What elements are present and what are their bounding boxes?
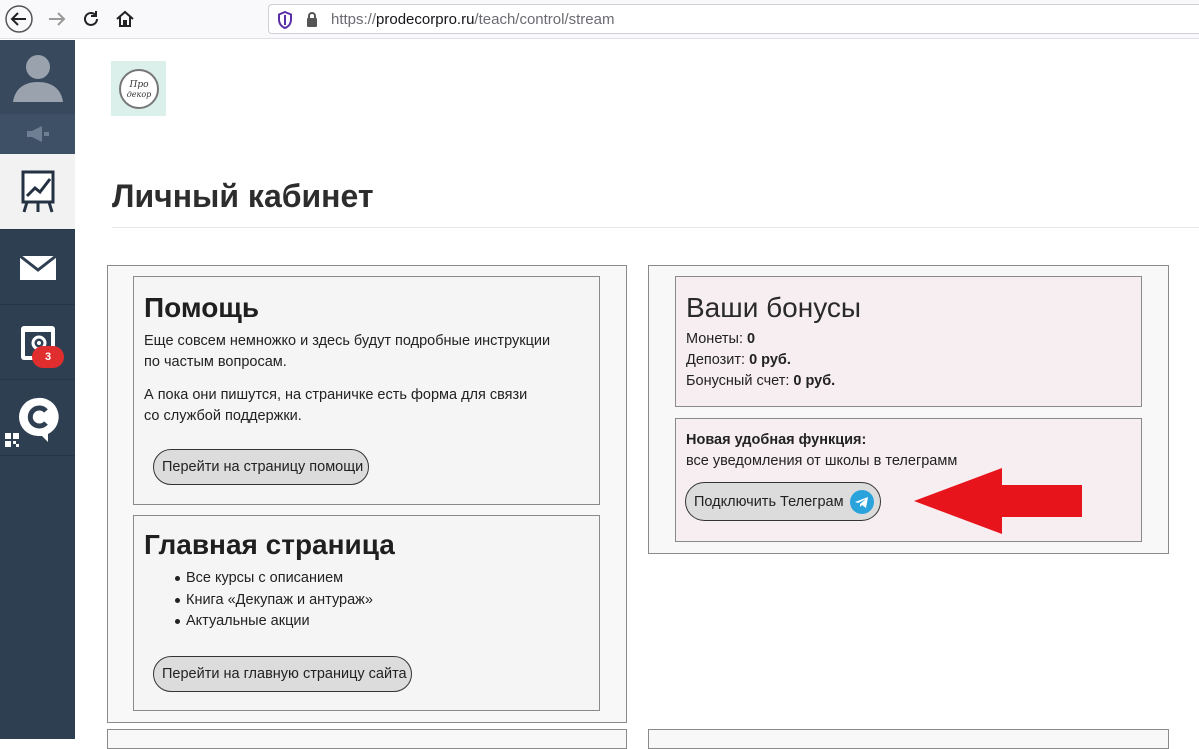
help-support-note: А пока они пишутся, на страничке есть фо… [144,387,528,424]
coins-label: Монеты: [686,331,748,347]
home-title: Главная страница [144,529,395,560]
sidebar-item-training[interactable] [0,154,75,230]
bottom-right-panel [648,729,1169,749]
training-chart-icon [21,170,54,212]
help-title: Помощь [144,292,260,323]
bonuses-title: Ваши бонусы [686,292,862,323]
home-icon [116,10,134,27]
address-bar[interactable]: https://prodecorpro.ru/teach/control/str… [268,4,1199,34]
main-site-button[interactable]: Перейти на главную страницу сайта [153,656,412,692]
user-icon [12,55,63,102]
page-title: Личный кабинет [112,178,374,214]
deposit-value: 0 руб. [749,352,791,368]
help-page-button[interactable]: Перейти на страницу помощи [153,449,369,485]
home-feature-list: Все курсы с описанием Книга «Декупаж и а… [144,568,589,633]
bottom-left-panel [107,729,627,749]
telegram-icon [849,489,874,514]
coins-row: Монеты: 0 [686,329,1131,350]
sidebar: 3 [0,40,75,739]
bonus-account-label: Бонусный счет: [686,373,794,389]
back-arrow-icon [5,5,33,33]
mail-icon [18,254,57,280]
lock-icon[interactable] [305,11,319,28]
connect-telegram-label: Подключить Телеграм [694,493,844,510]
red-arrow-annotation [914,468,1082,534]
school-logo[interactable]: Про декор [111,61,166,116]
bonus-account-row: Бонусный счет: 0 руб. [686,371,1131,392]
list-item: Актуальные акции [144,611,589,633]
shield-icon[interactable] [277,11,293,29]
sidebar-item-messages[interactable] [0,231,75,305]
sidebar-item-settings[interactable] [0,306,75,380]
title-divider [112,227,1199,228]
forward-button[interactable] [42,4,72,34]
megaphone-icon [26,126,49,142]
reload-icon [84,11,98,26]
sidebar-profile[interactable] [0,40,75,114]
connect-telegram-button[interactable]: Подключить Телеграм [685,482,881,521]
back-button[interactable] [4,4,34,34]
url-domain: prodecorpro.ru [376,11,475,28]
telegram-heading: Новая удобная функция: [686,432,867,448]
list-item: Книга «Декупаж и антураж» [144,590,589,612]
reload-button[interactable] [76,4,106,34]
logo-emblem: Про декор [118,68,159,109]
deposit-label: Депозит: [686,352,750,368]
coins-value: 0 [747,331,756,347]
chat-c-icon [18,397,59,442]
url-text[interactable]: https://prodecorpro.ru/teach/control/str… [331,11,614,28]
deposit-row: Депозит: 0 руб. [686,350,1131,371]
svg-text:Про: Про [128,80,149,90]
svg-text:декор: декор [126,90,151,99]
sidebar-announcements[interactable] [0,114,75,154]
url-scheme: https:// [331,11,377,28]
url-path: /teach/control/stream [474,11,615,28]
home-button[interactable] [110,4,140,34]
browser-toolbar: https://prodecorpro.ru/teach/control/str… [0,0,1199,39]
notification-badge: 3 [32,346,64,368]
forward-arrow-icon [49,12,66,26]
bonus-account-value: 0 руб. [793,373,836,389]
list-item: Все курсы с описанием [144,568,589,590]
qr-code-icon[interactable] [5,433,19,447]
help-description: Еще совсем немножко и здесь будут подроб… [144,333,551,370]
bonuses-card: Ваши бонусы Монеты: 0 Депозит: 0 руб. Бо… [675,276,1142,407]
